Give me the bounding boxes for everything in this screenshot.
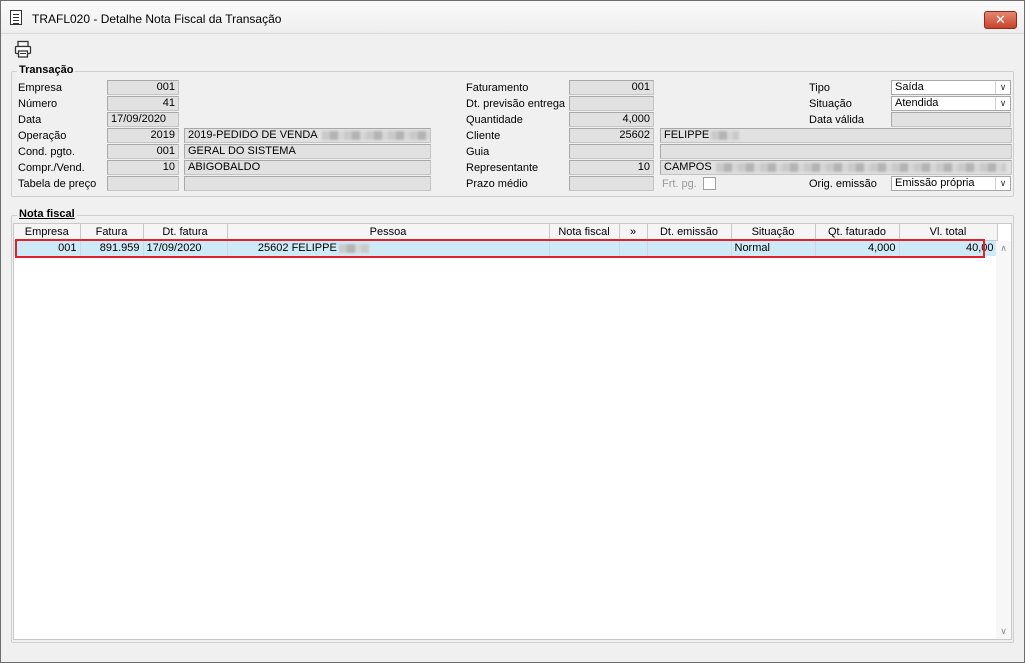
representante-label: Representante — [466, 162, 539, 174]
pessoa-name: FELIPPE — [291, 242, 337, 255]
tabela-preco-code-field[interactable] — [107, 176, 179, 191]
nota-fiscal-table: Empresa Fatura Dt. fatura Pessoa Nota fi… — [14, 224, 998, 256]
operacao-desc-text: 2019-PEDIDO DE VENDA — [188, 129, 318, 141]
representante-desc-text: CAMPOS — [664, 161, 712, 173]
cliente-code-field[interactable]: 25602 — [569, 128, 654, 143]
frt-pg-checkbox[interactable] — [703, 177, 716, 190]
tipo-value: Saída — [895, 81, 924, 93]
orig-emissao-select[interactable]: Emissão própria ∨ — [891, 176, 1011, 191]
cell-nota-fiscal — [549, 240, 620, 256]
situacao-value: Atendida — [895, 97, 939, 109]
operacao-code-field[interactable]: 2019 — [107, 128, 179, 143]
operacao-desc-field[interactable]: 2019-PEDIDO DE VENDA — [184, 128, 431, 143]
chevron-down-icon[interactable]: ∨ — [995, 97, 1010, 110]
toolbar — [1, 35, 1024, 63]
col-pessoa[interactable]: Pessoa — [227, 224, 550, 241]
col-vl-total[interactable]: Vl. total — [899, 224, 998, 241]
data-valida-label: Data válida — [809, 114, 865, 126]
vertical-scrollbar[interactable]: ∧ ∨ — [996, 241, 1011, 639]
nota-fiscal-title: Nota fiscal — [17, 208, 77, 220]
cond-pgto-desc-field[interactable]: GERAL DO SISTEMA — [184, 144, 431, 159]
redacted-text — [711, 130, 740, 140]
quantidade-field[interactable]: 4,000 — [569, 112, 654, 127]
compr-vend-label: Compr./Vend. — [18, 162, 85, 174]
pessoa-code: 25602 — [257, 242, 289, 255]
cell-empresa: 001 — [14, 240, 81, 256]
chevron-down-icon[interactable]: ∨ — [995, 177, 1010, 190]
prazo-medio-label: Prazo médio — [466, 178, 528, 190]
guia-label: Guia — [466, 146, 490, 158]
faturamento-label: Faturamento — [466, 82, 529, 94]
representante-code-field[interactable]: 10 — [569, 160, 654, 175]
scroll-down-icon[interactable]: ∨ — [996, 624, 1011, 639]
representante-desc-field[interactable]: CAMPOS — [660, 160, 1012, 175]
tabela-preco-label: Tabela de preço — [18, 178, 97, 190]
col-empresa[interactable]: Empresa — [14, 224, 81, 241]
operacao-label: Operação — [18, 130, 67, 142]
window-title: TRAFL020 - Detalhe Nota Fiscal da Transa… — [32, 12, 282, 26]
col-qt-faturado[interactable]: Qt. faturado — [815, 224, 900, 241]
close-button[interactable]: ✕ — [984, 11, 1017, 29]
frt-pg-label: Frt. pg. — [662, 178, 697, 190]
nota-fiscal-grid: Empresa Fatura Dt. fatura Pessoa Nota fi… — [13, 223, 1012, 640]
col-fatura[interactable]: Fatura — [80, 224, 144, 241]
empresa-label: Empresa — [18, 82, 63, 94]
situacao-select[interactable]: Atendida ∨ — [891, 96, 1011, 111]
cell-fatura: 891.959 — [80, 240, 144, 256]
compr-vend-desc-field[interactable]: ABIGOBALDO — [184, 160, 431, 175]
situacao-label: Situação — [809, 98, 852, 110]
faturamento-field[interactable]: 001 — [569, 80, 654, 95]
col-expand[interactable]: » — [619, 224, 648, 241]
guia-code-field[interactable] — [569, 144, 654, 159]
tipo-label: Tipo — [809, 82, 830, 94]
cell-dt-emissao — [647, 240, 732, 256]
data-field[interactable]: 17/09/2020 — [107, 112, 179, 127]
dt-previsao-label: Dt. previsão entrega — [466, 98, 566, 110]
cond-pgto-code-field[interactable]: 001 — [107, 144, 179, 159]
compr-vend-code-field[interactable]: 10 — [107, 160, 179, 175]
tipo-select[interactable]: Saída ∨ — [891, 80, 1011, 95]
cell-vl-total: 40,00 — [899, 240, 998, 256]
cell-situacao: Normal — [731, 240, 816, 256]
orig-emissao-value: Emissão própria — [895, 177, 975, 189]
window: TRAFL020 - Detalhe Nota Fiscal da Transa… — [0, 0, 1025, 663]
cliente-label: Cliente — [466, 130, 501, 142]
cell-pessoa: 25602 FELIPPE — [227, 240, 550, 256]
dt-previsao-field[interactable] — [569, 96, 654, 111]
col-nota-fiscal[interactable]: Nota fiscal — [549, 224, 620, 241]
title-bar: TRAFL020 - Detalhe Nota Fiscal da Transa… — [1, 1, 1024, 34]
document-icon — [10, 10, 22, 25]
redacted-text — [715, 162, 1006, 172]
table-header-row: Empresa Fatura Dt. fatura Pessoa Nota fi… — [14, 224, 998, 241]
data-label: Data — [18, 114, 42, 126]
col-dt-fatura[interactable]: Dt. fatura — [143, 224, 228, 241]
cell-flag — [619, 240, 648, 256]
cond-pgto-label: Cond. pgto. — [18, 146, 75, 158]
cell-dt-fatura: 17/09/2020 — [143, 240, 228, 256]
table-row[interactable]: 001 891.959 17/09/2020 25602 FELIPPE Nor… — [14, 240, 998, 256]
tabela-preco-desc-field[interactable] — [184, 176, 431, 191]
col-dt-emissao[interactable]: Dt. emissão — [647, 224, 732, 241]
orig-emissao-label: Orig. emissão — [809, 178, 877, 190]
guia-desc-field[interactable] — [660, 144, 1012, 159]
chevron-down-icon[interactable]: ∨ — [995, 81, 1010, 94]
col-situacao[interactable]: Situação — [731, 224, 816, 241]
cliente-desc-text: FELIPPE — [664, 129, 710, 141]
empresa-field[interactable]: 001 — [107, 80, 179, 95]
data-valida-field[interactable] — [891, 112, 1011, 127]
redacted-text — [321, 130, 430, 140]
transacao-title: Transação — [17, 64, 76, 76]
redacted-text — [338, 243, 369, 253]
cell-qt-faturado: 4,000 — [815, 240, 900, 256]
printer-icon[interactable] — [14, 40, 32, 58]
quantidade-label: Quantidade — [466, 114, 523, 126]
cliente-desc-field[interactable]: FELIPPE — [660, 128, 1012, 143]
prazo-medio-field[interactable] — [569, 176, 654, 191]
numero-label: Número — [18, 98, 58, 110]
numero-field[interactable]: 41 — [107, 96, 179, 111]
scroll-up-icon[interactable]: ∧ — [996, 241, 1011, 256]
